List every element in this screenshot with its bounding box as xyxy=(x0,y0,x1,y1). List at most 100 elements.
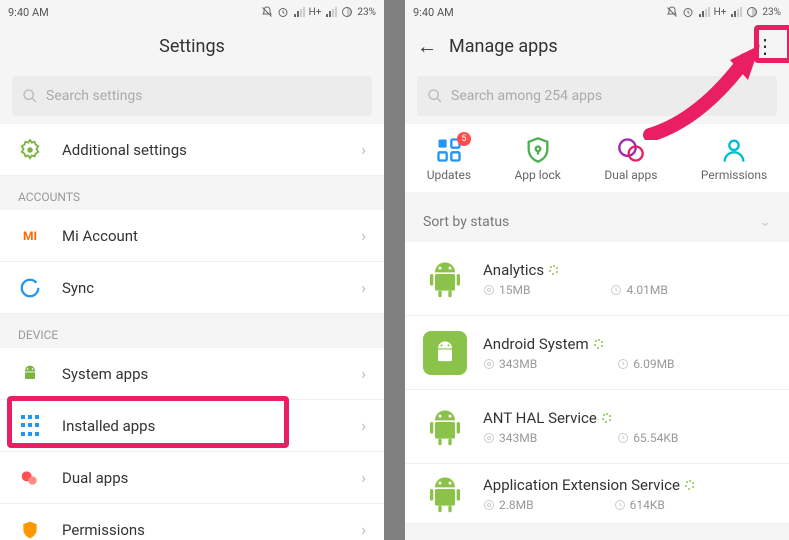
bell-off-icon xyxy=(261,6,273,18)
chevron-right-icon: › xyxy=(361,364,366,383)
app-data: 614KB xyxy=(630,498,665,512)
storage-icon xyxy=(483,358,495,370)
signal-icon-2 xyxy=(325,6,337,18)
row-installed-apps[interactable]: Installed apps › xyxy=(0,400,384,452)
quick-label: Permissions xyxy=(701,168,767,182)
app-info: Analytics 15MB 4.01MB xyxy=(483,261,771,297)
quick-updates[interactable]: 5 Updates xyxy=(427,136,471,182)
battery-icon xyxy=(341,6,353,18)
app-row[interactable]: ANT HAL Service 343MB 65.54KB xyxy=(405,390,789,464)
battery-icon xyxy=(746,6,758,18)
row-label: Additional settings xyxy=(62,141,187,159)
row-label: Installed apps xyxy=(62,417,155,435)
apps-grid-icon xyxy=(18,414,42,438)
row-label: Dual apps xyxy=(62,469,128,487)
quick-actions: 5 Updates App lock Dual apps Permissions xyxy=(405,124,789,192)
app-storage: 15MB xyxy=(499,283,530,297)
row-mi-account[interactable]: MI Mi Account › xyxy=(0,210,384,262)
row-dual-apps[interactable]: Dual apps › xyxy=(0,452,384,504)
app-name: Analytics xyxy=(483,261,544,279)
alarm-icon xyxy=(277,6,289,18)
row-label: Mi Account xyxy=(62,227,138,245)
chevron-down-icon: ⌄ xyxy=(759,214,771,230)
app-storage: 2.8MB xyxy=(499,498,534,512)
shield-icon xyxy=(18,518,42,540)
page-title: Settings xyxy=(159,36,225,57)
row-system-apps[interactable]: System apps › xyxy=(0,348,384,400)
data-icon xyxy=(614,499,626,511)
app-row[interactable]: Android System 343MB 6.09MB xyxy=(405,316,789,390)
sort-dropdown[interactable]: Sort by status ⌄ xyxy=(405,202,789,242)
header: Settings xyxy=(0,24,384,68)
app-storage: 343MB xyxy=(499,357,537,371)
status-icons: H+ 23% xyxy=(666,6,781,18)
row-label: Permissions xyxy=(62,521,145,539)
row-sync[interactable]: Sync › xyxy=(0,262,384,314)
search-placeholder: Search settings xyxy=(46,88,143,104)
app-row[interactable]: Application Extension Service 2.8MB 614K… xyxy=(405,464,789,524)
chevron-right-icon: › xyxy=(361,520,366,539)
chevron-right-icon: › xyxy=(361,468,366,487)
back-button[interactable]: ← xyxy=(417,34,437,59)
app-name: Android System xyxy=(483,335,589,353)
app-info: Application Extension Service 2.8MB 614K… xyxy=(483,476,771,512)
app-name: Application Extension Service xyxy=(483,476,680,494)
person-icon xyxy=(720,136,748,164)
settings-screen: 9:40 AM H+ 23% Settings Search settings … xyxy=(0,0,384,540)
alarm-icon xyxy=(682,6,694,18)
search-input[interactable]: Search settings xyxy=(12,76,372,116)
header: ← Manage apps ⋮ xyxy=(405,24,789,68)
quick-label: App lock xyxy=(514,168,560,182)
chevron-right-icon: › xyxy=(361,226,366,245)
lock-icon xyxy=(524,136,552,164)
running-indicator-icon xyxy=(549,265,559,275)
row-additional-settings[interactable]: Additional settings › xyxy=(0,124,384,176)
status-bar: 9:40 AM H+ 23% xyxy=(405,0,789,24)
chevron-right-icon: › xyxy=(361,278,366,297)
clock: 9:40 AM xyxy=(413,6,454,19)
app-name: ANT HAL Service xyxy=(483,409,597,427)
chevron-right-icon: › xyxy=(361,416,366,435)
updates-badge: 5 xyxy=(457,132,471,146)
app-data: 6.09MB xyxy=(633,357,674,371)
mi-logo-icon: MI xyxy=(18,224,42,248)
gear-icon xyxy=(18,138,42,162)
data-icon xyxy=(617,432,629,444)
data-icon xyxy=(610,284,622,296)
running-indicator-icon xyxy=(602,413,612,423)
search-icon xyxy=(22,88,38,104)
app-data: 65.54KB xyxy=(633,431,678,445)
app-row[interactable]: Analytics 15MB 4.01MB xyxy=(405,242,789,316)
app-icon xyxy=(423,257,467,301)
clock: 9:40 AM xyxy=(8,6,49,19)
overflow-menu-button[interactable]: ⋮ xyxy=(755,34,775,58)
sort-label: Sort by status xyxy=(423,214,509,230)
app-icon xyxy=(423,405,467,449)
manage-apps-screen: 9:40 AM H+ 23% ← Manage apps ⋮ Search am… xyxy=(405,0,789,540)
status-icons: H+ 23% xyxy=(261,6,376,18)
app-info: ANT HAL Service 343MB 65.54KB xyxy=(483,409,771,445)
battery-percent: 23% xyxy=(762,7,781,18)
quick-dual[interactable]: Dual apps xyxy=(604,136,657,182)
search-input[interactable]: Search among 254 apps xyxy=(417,76,777,116)
app-storage: 343MB xyxy=(499,431,537,445)
data-icon xyxy=(617,358,629,370)
row-permissions[interactable]: Permissions › xyxy=(0,504,384,540)
signal-icon xyxy=(698,6,710,18)
chevron-right-icon: › xyxy=(361,140,366,159)
quick-permissions[interactable]: Permissions xyxy=(701,136,767,182)
quick-label: Dual apps xyxy=(604,168,657,182)
network-label: H+ xyxy=(714,7,727,18)
android-icon xyxy=(18,362,42,386)
page-title: Manage apps xyxy=(449,36,558,57)
section-accounts: ACCOUNTS xyxy=(0,176,384,210)
quick-label: Updates xyxy=(427,168,471,182)
storage-icon xyxy=(483,284,495,296)
section-device: DEVICE xyxy=(0,314,384,348)
app-info: Android System 343MB 6.09MB xyxy=(483,335,771,371)
quick-applock[interactable]: App lock xyxy=(514,136,560,182)
row-label: System apps xyxy=(62,365,148,383)
signal-icon-2 xyxy=(730,6,742,18)
network-label: H+ xyxy=(309,7,322,18)
dual-icon xyxy=(617,136,645,164)
